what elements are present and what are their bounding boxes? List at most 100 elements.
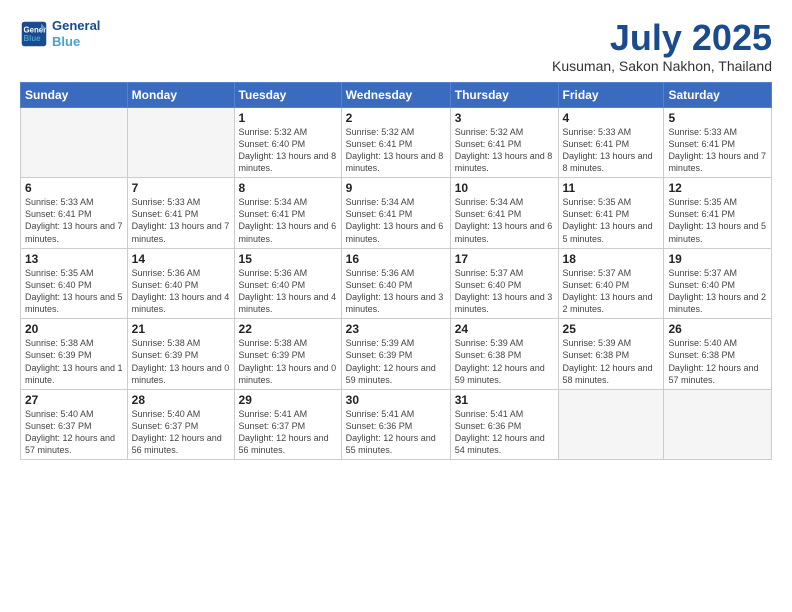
day-info: Sunrise: 5:33 AMSunset: 6:41 PMDaylight:… xyxy=(668,126,767,175)
day-number: 30 xyxy=(346,393,446,407)
calendar-cell: 31Sunrise: 5:41 AMSunset: 6:36 PMDayligh… xyxy=(450,389,558,460)
day-info: Sunrise: 5:34 AMSunset: 6:41 PMDaylight:… xyxy=(346,196,446,245)
day-number: 6 xyxy=(25,181,123,195)
day-info: Sunrise: 5:35 AMSunset: 6:41 PMDaylight:… xyxy=(563,196,660,245)
day-number: 1 xyxy=(239,111,337,125)
calendar-cell: 15Sunrise: 5:36 AMSunset: 6:40 PMDayligh… xyxy=(234,248,341,319)
day-info: Sunrise: 5:37 AMSunset: 6:40 PMDaylight:… xyxy=(563,267,660,316)
calendar-cell: 13Sunrise: 5:35 AMSunset: 6:40 PMDayligh… xyxy=(21,248,128,319)
calendar-cell: 28Sunrise: 5:40 AMSunset: 6:37 PMDayligh… xyxy=(127,389,234,460)
title-block: July 2025 Kusuman, Sakon Nakhon, Thailan… xyxy=(552,18,772,74)
day-info: Sunrise: 5:38 AMSunset: 6:39 PMDaylight:… xyxy=(132,337,230,386)
calendar-cell: 18Sunrise: 5:37 AMSunset: 6:40 PMDayligh… xyxy=(558,248,664,319)
week-row-5: 27 Sunrise: 5:40 AMSunset: 6:37 PMDayligh… xyxy=(21,389,772,460)
calendar-cell: 14Sunrise: 5:36 AMSunset: 6:40 PMDayligh… xyxy=(127,248,234,319)
day-number: 28 xyxy=(132,393,230,407)
day-number: 26 xyxy=(668,322,767,336)
main-title: July 2025 xyxy=(552,18,772,58)
calendar-cell: 3Sunrise: 5:32 AMSunset: 6:41 PMDaylight… xyxy=(450,107,558,178)
day-info: Sunrise: 5:39 AMSunset: 6:39 PMDaylight:… xyxy=(346,337,446,386)
day-number: 21 xyxy=(132,322,230,336)
calendar-cell: 6Sunrise: 5:33 AMSunset: 6:41 PMDaylight… xyxy=(21,178,128,249)
calendar-cell: 17Sunrise: 5:37 AMSunset: 6:40 PMDayligh… xyxy=(450,248,558,319)
day-info: Sunrise: 5:41 AMSunset: 6:36 PMDaylight:… xyxy=(455,408,554,457)
day-number: 16 xyxy=(346,252,446,266)
day-number: 20 xyxy=(25,322,123,336)
calendar-cell: 26Sunrise: 5:40 AMSunset: 6:38 PMDayligh… xyxy=(664,319,772,390)
logo-text-block: General Blue xyxy=(52,18,100,49)
day-number: 11 xyxy=(563,181,660,195)
day-info: Sunrise: 5:36 AMSunset: 6:40 PMDaylight:… xyxy=(239,267,337,316)
logo-line2: Blue xyxy=(52,34,100,50)
day-info: Sunrise: 5:33 AMSunset: 6:41 PMDaylight:… xyxy=(132,196,230,245)
day-number: 10 xyxy=(455,181,554,195)
page: General Blue General Blue July 2025 Kusu… xyxy=(0,0,792,612)
day-number: 24 xyxy=(455,322,554,336)
calendar-cell xyxy=(558,389,664,460)
day-number: 14 xyxy=(132,252,230,266)
calendar-cell: 29Sunrise: 5:41 AMSunset: 6:37 PMDayligh… xyxy=(234,389,341,460)
calendar-cell: 8Sunrise: 5:34 AMSunset: 6:41 PMDaylight… xyxy=(234,178,341,249)
svg-text:Blue: Blue xyxy=(24,34,42,43)
day-info: Sunrise: 5:40 AMSunset: 6:37 PMDaylight:… xyxy=(132,408,230,457)
day-info: Sunrise: 5:32 AMSunset: 6:40 PMDaylight:… xyxy=(239,126,337,175)
day-number: 7 xyxy=(132,181,230,195)
day-info: Sunrise: 5:36 AMSunset: 6:40 PMDaylight:… xyxy=(132,267,230,316)
day-number: 19 xyxy=(668,252,767,266)
calendar-cell: 16Sunrise: 5:36 AMSunset: 6:40 PMDayligh… xyxy=(341,248,450,319)
logo-line1: General xyxy=(52,18,100,34)
day-info: Sunrise: 5:35 AMSunset: 6:41 PMDaylight:… xyxy=(668,196,767,245)
day-number: 18 xyxy=(563,252,660,266)
day-number: 3 xyxy=(455,111,554,125)
day-number: 15 xyxy=(239,252,337,266)
calendar-cell: 20Sunrise: 5:38 AMSunset: 6:39 PMDayligh… xyxy=(21,319,128,390)
day-info: Sunrise: 5:40 AMSunset: 6:38 PMDaylight:… xyxy=(668,337,767,386)
calendar-cell: 24Sunrise: 5:39 AMSunset: 6:38 PMDayligh… xyxy=(450,319,558,390)
day-info: Sunrise: 5:32 AMSunset: 6:41 PMDaylight:… xyxy=(346,126,446,175)
day-number: 13 xyxy=(25,252,123,266)
calendar-table: SundayMondayTuesdayWednesdayThursdayFrid… xyxy=(20,82,772,461)
day-number: 5 xyxy=(668,111,767,125)
day-number: 31 xyxy=(455,393,554,407)
weekday-wednesday: Wednesday xyxy=(341,82,450,107)
day-info: Sunrise: 5:34 AMSunset: 6:41 PMDaylight:… xyxy=(455,196,554,245)
day-info: Sunrise: 5:41 AMSunset: 6:37 PMDaylight:… xyxy=(239,408,337,457)
weekday-tuesday: Tuesday xyxy=(234,82,341,107)
weekday-thursday: Thursday xyxy=(450,82,558,107)
day-number: 22 xyxy=(239,322,337,336)
day-number: 27 xyxy=(25,393,123,407)
weekday-saturday: Saturday xyxy=(664,82,772,107)
day-info: Sunrise: 5:39 AMSunset: 6:38 PMDaylight:… xyxy=(455,337,554,386)
header: General Blue General Blue July 2025 Kusu… xyxy=(20,18,772,74)
logo-icon: General Blue xyxy=(20,20,48,48)
day-info: Sunrise: 5:32 AMSunset: 6:41 PMDaylight:… xyxy=(455,126,554,175)
weekday-sunday: Sunday xyxy=(21,82,128,107)
day-number: 12 xyxy=(668,181,767,195)
day-info: Sunrise: 5:37 AMSunset: 6:40 PMDaylight:… xyxy=(668,267,767,316)
calendar-cell: 27Sunrise: 5:40 AMSunset: 6:37 PMDayligh… xyxy=(21,389,128,460)
calendar-cell: 2Sunrise: 5:32 AMSunset: 6:41 PMDaylight… xyxy=(341,107,450,178)
week-row-2: 6Sunrise: 5:33 AMSunset: 6:41 PMDaylight… xyxy=(21,178,772,249)
calendar-cell: 12Sunrise: 5:35 AMSunset: 6:41 PMDayligh… xyxy=(664,178,772,249)
day-info: Sunrise: 5:33 AMSunset: 6:41 PMDaylight:… xyxy=(563,126,660,175)
weekday-header-row: SundayMondayTuesdayWednesdayThursdayFrid… xyxy=(21,82,772,107)
calendar-cell: 4Sunrise: 5:33 AMSunset: 6:41 PMDaylight… xyxy=(558,107,664,178)
calendar-cell: 23Sunrise: 5:39 AMSunset: 6:39 PMDayligh… xyxy=(341,319,450,390)
calendar-cell xyxy=(127,107,234,178)
day-number: 23 xyxy=(346,322,446,336)
day-info: Sunrise: 5:37 AMSunset: 6:40 PMDaylight:… xyxy=(455,267,554,316)
calendar-cell: 1Sunrise: 5:32 AMSunset: 6:40 PMDaylight… xyxy=(234,107,341,178)
calendar-body: 1Sunrise: 5:32 AMSunset: 6:40 PMDaylight… xyxy=(21,107,772,460)
calendar-cell: 7Sunrise: 5:33 AMSunset: 6:41 PMDaylight… xyxy=(127,178,234,249)
day-info: Sunrise: 5:41 AMSunset: 6:36 PMDaylight:… xyxy=(346,408,446,457)
subtitle: Kusuman, Sakon Nakhon, Thailand xyxy=(552,58,772,74)
week-row-1: 1Sunrise: 5:32 AMSunset: 6:40 PMDaylight… xyxy=(21,107,772,178)
logo: General Blue General Blue xyxy=(20,18,100,49)
day-info: Sunrise: 5:34 AMSunset: 6:41 PMDaylight:… xyxy=(239,196,337,245)
calendar-header: SundayMondayTuesdayWednesdayThursdayFrid… xyxy=(21,82,772,107)
calendar-cell: 30Sunrise: 5:41 AMSunset: 6:36 PMDayligh… xyxy=(341,389,450,460)
calendar-cell: 5Sunrise: 5:33 AMSunset: 6:41 PMDaylight… xyxy=(664,107,772,178)
day-number: 8 xyxy=(239,181,337,195)
day-info: Sunrise: 5:33 AMSunset: 6:41 PMDaylight:… xyxy=(25,196,123,245)
calendar-cell: 22Sunrise: 5:38 AMSunset: 6:39 PMDayligh… xyxy=(234,319,341,390)
